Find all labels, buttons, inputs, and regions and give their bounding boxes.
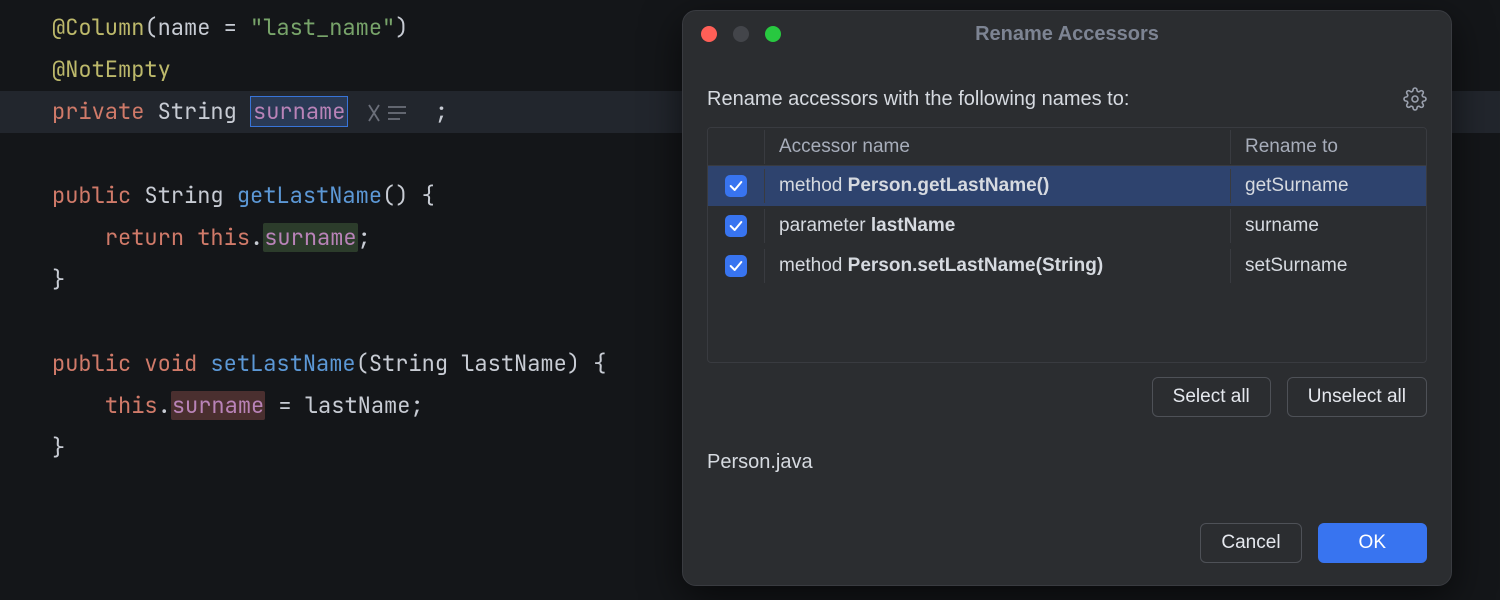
table-row[interactable]: method Person.getLastName()getSurname	[708, 166, 1426, 206]
col-accessor-name[interactable]: Accessor name	[764, 130, 1230, 164]
dialog-title: Rename Accessors	[683, 23, 1451, 46]
ok-button[interactable]: OK	[1318, 523, 1427, 563]
unselect-all-button[interactable]: Unselect all	[1287, 377, 1427, 417]
table-row[interactable]: method Person.setLastName(String)setSurn…	[708, 246, 1426, 286]
gear-icon[interactable]	[1403, 87, 1427, 111]
rename-accessors-dialog: Rename Accessors Rename accessors with t…	[682, 10, 1452, 586]
dialog-titlebar[interactable]: Rename Accessors	[683, 11, 1451, 57]
annotation: @Column	[52, 13, 144, 42]
rename-to-cell[interactable]: setSurname	[1230, 249, 1426, 283]
occurrence: surname	[263, 223, 357, 252]
checkbox-icon[interactable]	[725, 255, 747, 277]
rename-input[interactable]: surname	[250, 96, 348, 127]
cancel-button[interactable]: Cancel	[1200, 523, 1301, 563]
annotation: @NotEmpty	[52, 55, 171, 84]
occurrence: surname	[171, 391, 265, 420]
accessor-name-cell: method Person.getLastName()	[764, 169, 1230, 203]
accessors-table: Accessor name Rename to method Person.ge…	[707, 127, 1427, 363]
file-label: Person.java	[707, 451, 1427, 474]
window-controls	[701, 26, 781, 42]
select-all-button[interactable]: Select all	[1152, 377, 1271, 417]
close-icon[interactable]	[701, 26, 717, 42]
table-header: Accessor name Rename to	[708, 128, 1426, 166]
rename-to-cell[interactable]: getSurname	[1230, 169, 1426, 203]
inlay-hint-icons[interactable]	[368, 103, 416, 123]
checkbox-icon[interactable]	[725, 175, 747, 197]
accessor-name-cell: method Person.setLastName(String)	[764, 249, 1230, 283]
zoom-icon[interactable]	[765, 26, 781, 42]
col-rename-to[interactable]: Rename to	[1230, 130, 1426, 164]
dialog-instruction: Rename accessors with the following name…	[707, 88, 1129, 111]
table-row[interactable]: parameter lastNamesurname	[708, 206, 1426, 246]
accessor-name-cell: parameter lastName	[764, 209, 1230, 243]
rename-to-cell[interactable]: surname	[1230, 209, 1426, 243]
checkbox-icon[interactable]	[725, 215, 747, 237]
minimize-icon[interactable]	[733, 26, 749, 42]
